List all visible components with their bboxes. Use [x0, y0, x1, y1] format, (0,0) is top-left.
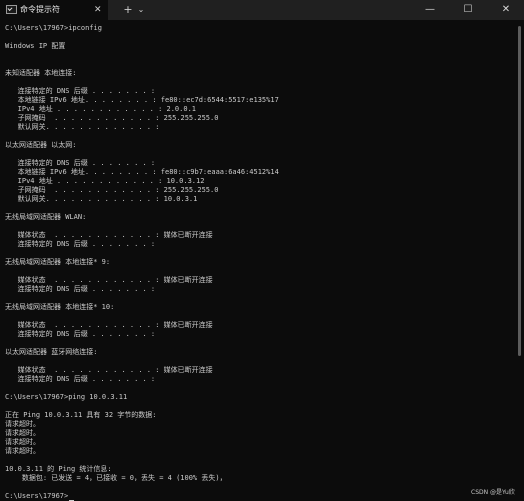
- console-line: 无线局域网适配器 WLAN:: [5, 213, 87, 221]
- console-line: C:\Users\17967>ipconfig: [5, 24, 102, 32]
- tab-title: 命令提示符: [20, 5, 60, 14]
- scrollbar-thumb[interactable]: [518, 26, 521, 356]
- tab-command-prompt[interactable]: 命令提示符 ✕: [0, 0, 108, 20]
- minimize-button[interactable]: —: [414, 0, 446, 20]
- console-line: 以太网适配器 以太网:: [5, 141, 77, 149]
- console-line: 数据包: 已发送 = 4，已接收 = 0，丢失 = 4 (100% 丢失)，: [5, 474, 227, 482]
- console-line: 以太网适配器 蓝牙网络连接:: [5, 348, 98, 356]
- console-line: 连接特定的 DNS 后缀 . . . . . . . :: [5, 330, 156, 338]
- watermark: CSDN @是Yu欣: [471, 489, 515, 496]
- console-line: 默认网关. . . . . . . . . . . . . : 10.0.3.1: [5, 195, 198, 203]
- console-line: C:\Users\17967>ping 10.0.3.11: [5, 393, 128, 401]
- close-window-button[interactable]: ✕: [490, 0, 522, 20]
- console-line: 无线局域网适配器 本地连接* 9:: [5, 258, 111, 266]
- new-tab-button[interactable]: +: [122, 2, 134, 18]
- console-line: 默认网关. . . . . . . . . . . . . :: [5, 123, 160, 131]
- console-output[interactable]: C:\Users\17967>ipconfig Windows IP 配置未知适配…: [0, 20, 516, 501]
- console-line: 连接特定的 DNS 后缀 . . . . . . . :: [5, 375, 156, 383]
- chevron-down-icon[interactable]: ⌄: [136, 3, 146, 17]
- console-line: 无线局域网适配器 本地连接* 10:: [5, 303, 115, 311]
- close-tab-icon[interactable]: ✕: [94, 3, 102, 17]
- console-line: 连接特定的 DNS 后缀 . . . . . . . :: [5, 240, 156, 248]
- console-line: Windows IP 配置: [5, 42, 66, 50]
- console-line: 未知适配器 本地连接:: [5, 69, 77, 77]
- console-line: 连接特定的 DNS 后缀 . . . . . . . :: [5, 285, 156, 293]
- maximize-button[interactable]: ☐: [452, 0, 484, 20]
- title-bar: 命令提示符 ✕ + ⌄ — ☐ ✕: [0, 0, 524, 20]
- console-line: 请求超时。: [5, 447, 40, 455]
- scrollbar[interactable]: [517, 24, 522, 494]
- terminal-icon: [6, 5, 17, 14]
